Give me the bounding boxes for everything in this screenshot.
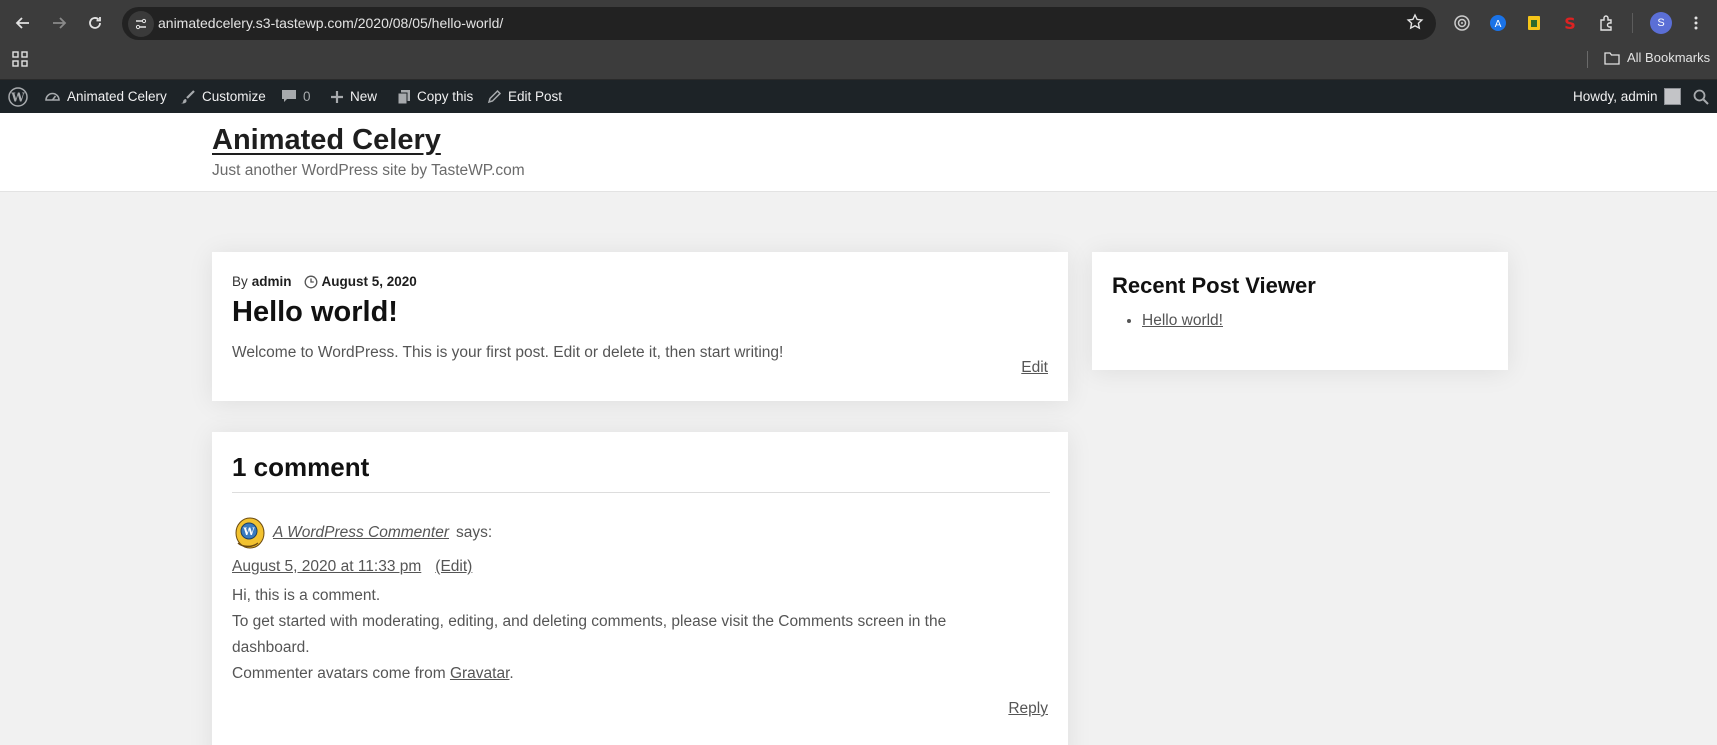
comment-line-3: Commenter avatars come from Gravatar. (232, 661, 1012, 687)
gravatar-link[interactable]: Gravatar (450, 665, 509, 682)
edit-post-menu[interactable]: Edit Post (487, 80, 562, 113)
comments-menu[interactable]: 0 (281, 80, 311, 113)
forward-arrow-icon (53, 17, 67, 29)
customize-menu[interactable]: Customize (180, 80, 266, 113)
comment-meta: August 5, 2020 at 11:33 pm (Edit) (232, 558, 472, 576)
back-arrow-icon (15, 17, 29, 29)
bookmark-star-icon[interactable] (1406, 13, 1424, 36)
toolbar-separator (1632, 13, 1633, 33)
reload-button[interactable] (81, 9, 109, 37)
all-bookmarks-label: All Bookmarks (1627, 50, 1711, 65)
extension-translate-icon[interactable]: A (1486, 11, 1510, 35)
comment-line-3-prefix: Commenter avatars come from (232, 665, 446, 682)
search-icon (1693, 89, 1709, 105)
comments-section: 1 comment W A WordPress Commenter says: … (212, 432, 1068, 745)
address-bar[interactable]: animatedcelery.s3-tastewp.com/2020/08/05… (122, 7, 1436, 40)
apps-grid-icon[interactable] (12, 51, 28, 72)
post-date-link[interactable]: August 5, 2020 (322, 274, 417, 289)
svg-text:W: W (10, 90, 25, 104)
comments-divider (232, 492, 1050, 493)
new-label: New (350, 89, 378, 104)
copy-this-menu[interactable]: Copy this (397, 80, 473, 113)
folder-icon (1604, 51, 1620, 65)
svg-text:W: W (242, 527, 255, 538)
post-title: Hello world! (232, 296, 398, 328)
copy-this-label: Copy this (417, 89, 474, 104)
browser-toolbar: animatedcelery.s3-tastewp.com/2020/08/05… (0, 0, 1717, 46)
clock-icon (304, 275, 317, 288)
site-description: Just another WordPress site by TasteWP.c… (212, 162, 525, 179)
comment-content: Hi, this is a comment. To get started wi… (232, 583, 1012, 687)
comment-line-2: To get started with moderating, editing,… (232, 613, 947, 656)
comment-reply-link[interactable]: Reply (1008, 700, 1048, 718)
wp-admin-bar: W Animated Celery Customize 0 New Copy t… (0, 80, 1717, 113)
site-name-label: Animated Celery (67, 89, 167, 104)
my-account-menu[interactable]: Howdy, admin (1573, 80, 1681, 113)
paintbrush-icon (181, 89, 195, 103)
admin-avatar (1663, 88, 1681, 105)
edit-post-label: Edit Post (508, 89, 563, 104)
profile-avatar[interactable]: S (1650, 12, 1672, 34)
comment-author-link[interactable]: A WordPress Commenter (273, 524, 449, 542)
comment-edit-link[interactable]: (Edit) (435, 558, 472, 576)
widget-post-link[interactable]: Hello world! (1142, 312, 1223, 329)
post-content: Welcome to WordPress. This is your first… (232, 344, 784, 361)
back-button[interactable] (9, 9, 37, 37)
comment-line-3-suffix: . (509, 665, 514, 682)
browser-menu-icon[interactable] (1684, 11, 1708, 35)
site-title-link[interactable]: Animated Celery (212, 124, 441, 157)
svg-text:A: A (1495, 19, 1502, 30)
post-author-link[interactable]: admin (252, 274, 292, 289)
bookmarks-bar (0, 46, 1717, 80)
comment-author-row: W A WordPress Commenter says: (232, 515, 492, 551)
pencil-icon (487, 89, 502, 104)
widget-title: Recent Post Viewer (1112, 273, 1316, 298)
recent-post-viewer-widget: Recent Post Viewer Hello world! (1092, 252, 1508, 370)
widget-post-item: Hello world! (1142, 312, 1223, 330)
site-name-menu[interactable]: Animated Celery (44, 80, 167, 113)
all-bookmarks-button[interactable]: All Bookmarks (1604, 50, 1710, 65)
customize-label: Customize (202, 89, 266, 104)
comment-date-link[interactable]: August 5, 2020 at 11:33 pm (232, 558, 421, 576)
copy-icon (397, 89, 410, 104)
extension-target-icon[interactable] (1450, 11, 1474, 35)
reload-icon (89, 17, 101, 29)
post-article: By admin August 5, 2020 Hello world! Wel… (212, 252, 1068, 401)
comment-bubble-icon (282, 90, 296, 102)
wordpress-logo-icon: W (8, 86, 28, 107)
post-edit-link[interactable]: Edit (1021, 359, 1048, 377)
extension-clipboard-icon[interactable] (1522, 11, 1546, 35)
plus-icon (331, 90, 343, 103)
wp-logo-menu[interactable]: W (8, 80, 28, 113)
bookmarks-separator (1587, 51, 1588, 68)
dashboard-gauge-icon (45, 92, 60, 101)
admin-search-button[interactable] (1693, 80, 1709, 113)
commenter-avatar-icon: W (235, 517, 265, 549)
howdy-label: Howdy, admin (1573, 89, 1658, 104)
comment-says-label: says: (456, 524, 493, 541)
post-by-label: By (232, 274, 248, 289)
extension-red-s-icon[interactable]: S (1558, 11, 1582, 35)
post-meta: By admin August 5, 2020 (232, 274, 417, 289)
comments-count: 0 (303, 89, 311, 104)
comments-title: 1 comment (232, 452, 370, 482)
url-text[interactable]: animatedcelery.s3-tastewp.com/2020/08/05… (158, 15, 503, 31)
extensions-puzzle-icon[interactable] (1595, 11, 1619, 35)
comment-line-1: Hi, this is a comment. (232, 587, 381, 604)
widget-post-list: Hello world! (1124, 312, 1223, 330)
site-info-icon[interactable] (128, 11, 154, 37)
site-header: Animated Celery Just another WordPress s… (0, 113, 1717, 192)
svg-text:S: S (1564, 14, 1576, 32)
forward-button[interactable] (45, 9, 73, 37)
new-content-menu[interactable]: New (330, 80, 377, 113)
